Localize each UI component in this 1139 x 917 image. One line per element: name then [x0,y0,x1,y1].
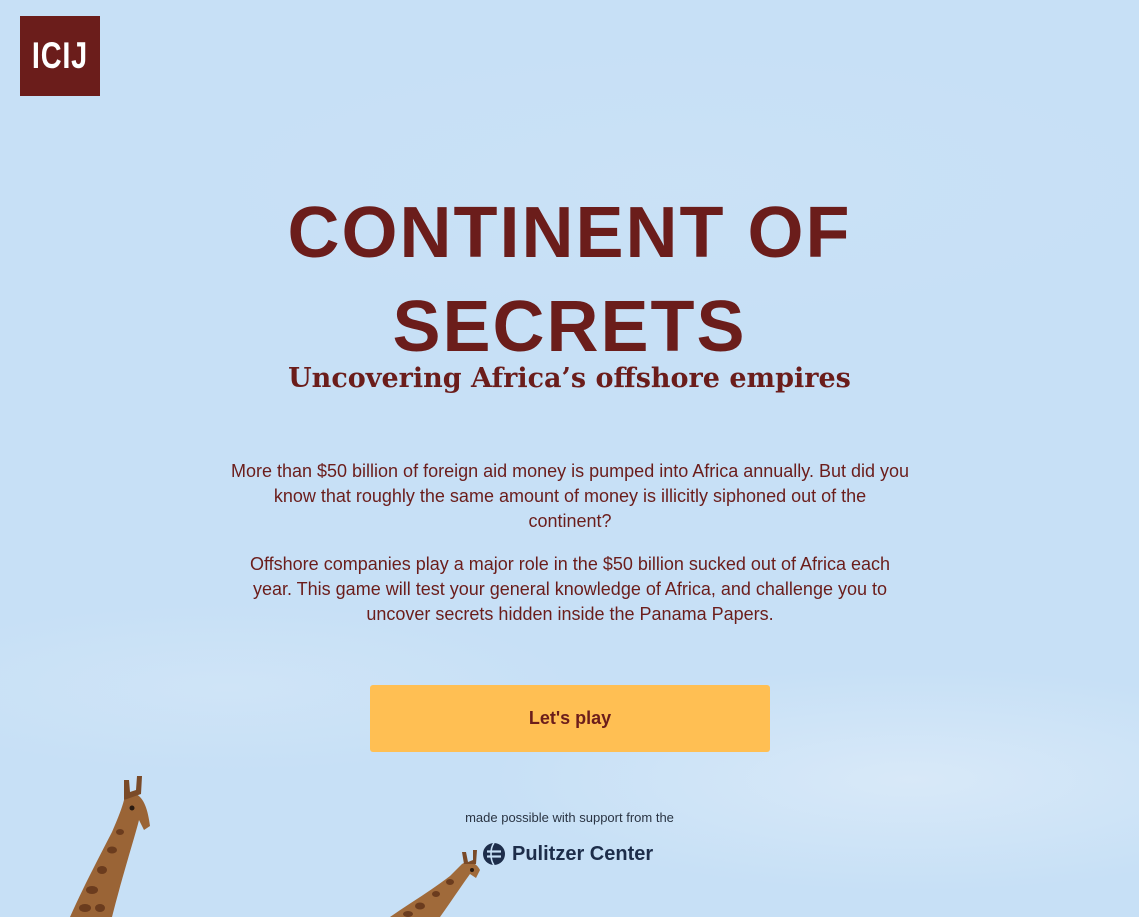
intro-paragraph-2: Offshore companies play a major role in … [249,554,891,624]
page-subtitle: Uncovering Africa’s offshore empires [288,363,851,394]
title-line-2: SECRETS [392,287,747,367]
intro-text: More than $50 billion of foreign aid mon… [230,459,910,627]
icij-logo[interactable]: ICIJ [20,16,100,96]
pulitzer-center-link[interactable]: Pulitzer Center [482,841,653,867]
icij-logo-text: ICIJ [31,35,89,76]
pulitzer-globe-icon [483,842,505,866]
title-line-1: CONTINENT OF [287,193,852,273]
support-text: made possible with support from the [465,810,674,825]
page-title: CONTINENT OF SECRETS [0,186,1139,374]
giraffe-left-image [70,776,150,917]
sponsor-name: Pulitzer Center [512,842,654,865]
intro-paragraph-1: More than $50 billion of foreign aid mon… [230,461,910,531]
lets-play-button[interactable]: Let's play [370,685,770,752]
